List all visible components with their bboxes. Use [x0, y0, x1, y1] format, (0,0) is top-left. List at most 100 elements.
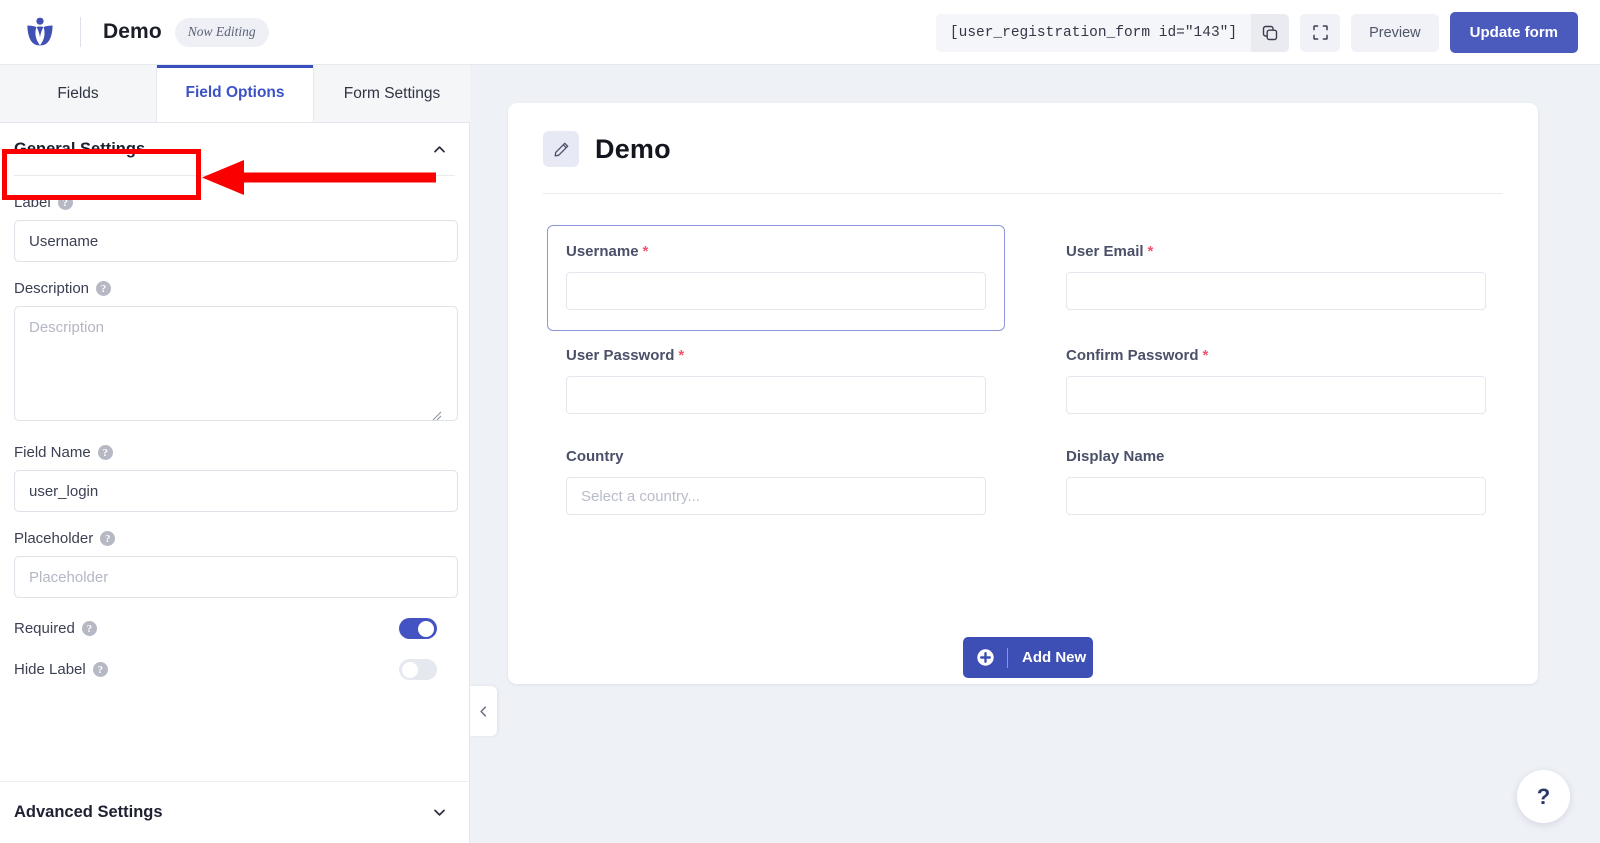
field-input[interactable]: [566, 272, 986, 310]
field-input[interactable]: [1066, 477, 1486, 515]
form-preview-canvas: Demo Username * User Email * User Passwo…: [470, 65, 1600, 843]
field-name-label: Field Name ?: [14, 444, 455, 461]
help-icon[interactable]: ?: [100, 531, 116, 546]
app-logo[interactable]: [0, 15, 80, 49]
preview-button[interactable]: Preview: [1351, 13, 1439, 52]
general-settings-body: Label ? Description ? Field Name ? Place…: [0, 194, 469, 680]
form-preview-card: Demo Username * User Email * User Passwo…: [508, 103, 1538, 684]
now-editing-badge: Now Editing: [174, 17, 269, 47]
field-options-panel: General Settings Label ? Description ?: [0, 123, 470, 843]
toggle-knob: [402, 661, 418, 678]
required-label: Required ?: [14, 620, 97, 637]
country-select-input[interactable]: [566, 477, 986, 515]
label-field-label: Label ?: [14, 194, 455, 211]
card-divider: [543, 193, 1503, 194]
field-input[interactable]: [1066, 376, 1486, 414]
field-label-text: User Email: [1066, 243, 1144, 260]
description-field-label: Description ?: [14, 280, 455, 297]
form-field-display-name[interactable]: Display Name: [1066, 448, 1486, 515]
field-label: Confirm Password *: [1066, 347, 1486, 364]
field-input[interactable]: [566, 376, 986, 414]
field-label-text: User Password: [566, 347, 675, 364]
collapse-panel-handle[interactable]: [470, 686, 497, 736]
edit-form-title-button[interactable]: [543, 131, 579, 167]
field-name-text: Field Name: [14, 444, 91, 461]
required-label-text: Required: [14, 620, 75, 637]
toggle-knob: [418, 620, 434, 637]
top-bar: Demo Now Editing [user_registration_form…: [0, 0, 1600, 65]
help-icon[interactable]: ?: [81, 621, 97, 636]
fullscreen-icon: [1312, 25, 1328, 40]
tab-form-settings[interactable]: Form Settings: [314, 65, 470, 122]
user-registration-logo-icon: [27, 17, 53, 46]
section-divider: [14, 175, 455, 176]
field-label: User Password *: [566, 347, 986, 364]
field-label: Username *: [566, 243, 986, 260]
help-icon[interactable]: ?: [97, 445, 113, 460]
advanced-settings-title: Advanced Settings: [14, 803, 163, 821]
tab-field-options[interactable]: Field Options: [157, 65, 314, 122]
add-new-field-button[interactable]: Add New: [963, 637, 1093, 678]
fullscreen-button[interactable]: [1300, 13, 1341, 52]
form-builder-page: Demo Now Editing [user_registration_form…: [0, 0, 1600, 843]
form-fields-grid: Username * User Email * User Password * …: [547, 225, 1486, 549]
form-title: Demo: [103, 20, 162, 43]
advanced-settings-header[interactable]: Advanced Settings: [0, 781, 469, 843]
field-label-text: Display Name: [1066, 448, 1165, 465]
placeholder-field-label: Placeholder ?: [14, 530, 455, 547]
chevron-up-icon: [434, 145, 445, 152]
panel-tabs: Fields Field Options Form Settings: [0, 65, 470, 123]
add-new-label: Add New: [1022, 649, 1087, 666]
description-textarea-wrap: [14, 306, 458, 426]
field-label: Display Name: [1066, 448, 1486, 465]
field-name-input[interactable]: [14, 470, 458, 512]
form-field-country[interactable]: Country: [566, 448, 986, 515]
field-label: Country: [566, 448, 986, 465]
form-field-user-email[interactable]: User Email *: [1066, 243, 1486, 313]
copy-icon: [1262, 25, 1278, 40]
general-settings-title: General Settings: [14, 139, 146, 158]
help-icon[interactable]: ?: [57, 195, 73, 210]
form-field-confirm-password[interactable]: Confirm Password *: [1066, 347, 1486, 414]
help-icon[interactable]: ?: [96, 281, 112, 296]
card-header: Demo: [508, 103, 1538, 167]
shortcode-text[interactable]: [user_registration_form id="143"]: [935, 13, 1252, 52]
required-asterisk: *: [1147, 243, 1154, 260]
description-field-text: Description: [14, 280, 90, 297]
field-input[interactable]: [1066, 272, 1486, 310]
label-field-text: Label: [14, 194, 51, 211]
required-asterisk: *: [1202, 347, 1209, 364]
tab-fields[interactable]: Fields: [0, 65, 157, 122]
hide-label-row: Hide Label ?: [14, 659, 455, 680]
shortcode-group: [user_registration_form id="143"]: [935, 13, 1290, 52]
card-title: Demo: [595, 133, 671, 164]
form-field-user-password[interactable]: User Password *: [566, 347, 986, 414]
chevron-down-icon: [434, 809, 445, 816]
field-label-text: Username: [566, 243, 639, 260]
required-toggle[interactable]: [399, 618, 437, 639]
placeholder-field-text: Placeholder: [14, 530, 94, 547]
description-textarea[interactable]: [14, 306, 458, 421]
label-input[interactable]: [14, 220, 458, 262]
required-asterisk: *: [678, 347, 685, 364]
update-form-button[interactable]: Update form: [1449, 12, 1578, 53]
hide-label-toggle[interactable]: [399, 659, 437, 680]
hide-label-label: Hide Label ?: [14, 661, 108, 678]
field-label: User Email *: [1066, 243, 1486, 260]
copy-shortcode-button[interactable]: [1251, 13, 1290, 52]
required-row: Required ?: [14, 618, 455, 639]
help-icon[interactable]: ?: [92, 662, 108, 677]
topbar-actions: [user_registration_form id="143"] Previe…: [935, 0, 1578, 65]
field-label-text: Country: [566, 448, 624, 465]
required-asterisk: *: [642, 243, 649, 260]
help-button[interactable]: ?: [1517, 770, 1570, 823]
placeholder-input[interactable]: [14, 556, 458, 598]
field-label-text: Confirm Password: [1066, 347, 1199, 364]
pencil-icon: [554, 142, 568, 156]
hide-label-text: Hide Label: [14, 661, 86, 678]
form-field-username[interactable]: Username *: [547, 225, 1005, 331]
chevron-left-icon: [480, 705, 487, 717]
plus-circle-icon: [963, 648, 1007, 667]
general-settings-header[interactable]: General Settings: [0, 123, 469, 175]
logo-divider: [80, 17, 81, 47]
